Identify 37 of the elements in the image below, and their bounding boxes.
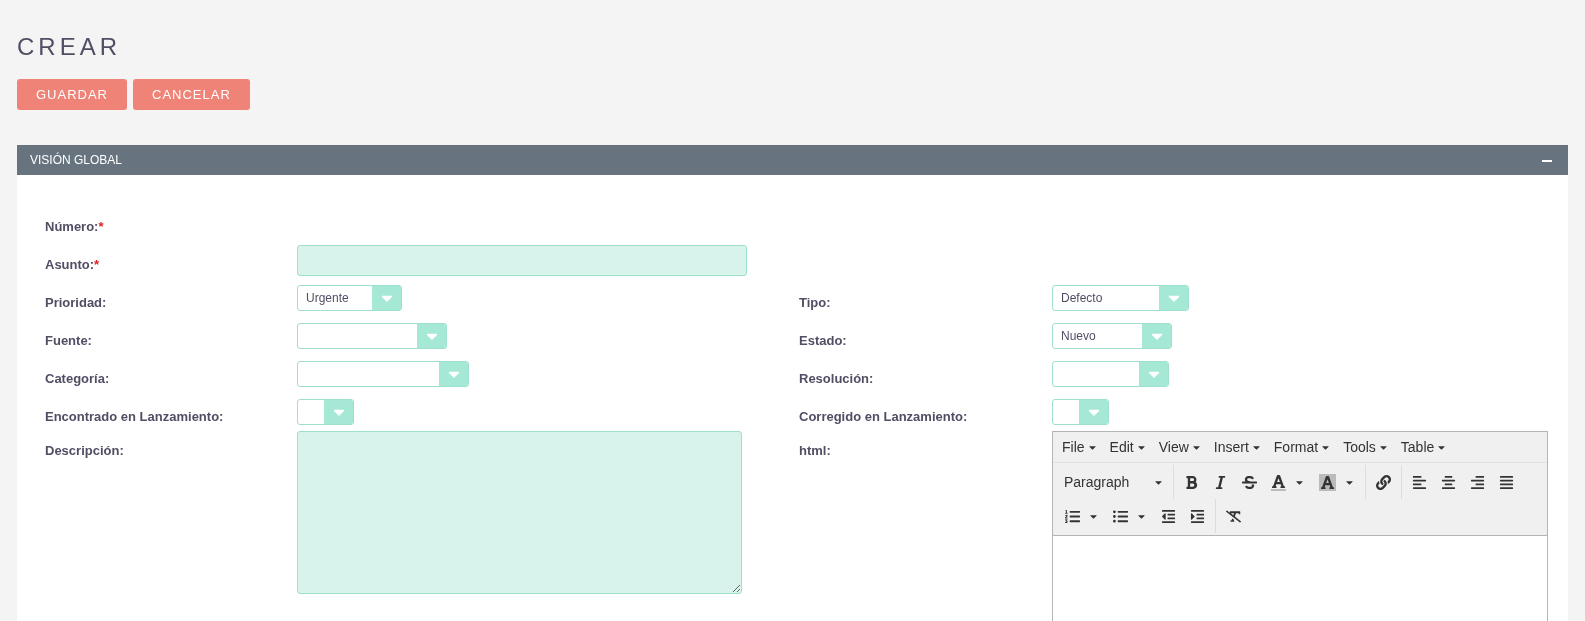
- format-dropdown[interactable]: Paragraph: [1058, 470, 1170, 494]
- highlight-color-icon: [1319, 473, 1336, 491]
- menu-item[interactable]: View: [1153, 436, 1207, 458]
- menu-item[interactable]: Tools: [1338, 436, 1394, 458]
- panel-header[interactable]: VISIÓN GLOBAL: [17, 145, 1568, 175]
- field-label: html:: [799, 442, 832, 458]
- menu-item[interactable]: Insert: [1208, 436, 1267, 458]
- subject-field[interactable]: [297, 244, 747, 276]
- menu-item[interactable]: Format: [1268, 436, 1337, 458]
- select-field[interactable]: Urgente: [297, 285, 402, 311]
- field-label: Prioridad:: [45, 293, 108, 310]
- select-field[interactable]: [1052, 361, 1169, 387]
- field-label: Estado:: [799, 331, 848, 348]
- select-field[interactable]: [297, 361, 469, 387]
- numbered-list-icon: [1065, 508, 1080, 524]
- description-field[interactable]: [297, 431, 742, 594]
- field-label: Número:*: [45, 217, 105, 234]
- field-label: Categoría:: [45, 369, 111, 386]
- select-field[interactable]: [297, 323, 447, 349]
- page-title: CREAR: [17, 33, 122, 61]
- menu-item[interactable]: File: [1057, 436, 1103, 458]
- bullet-list-icon: [1113, 508, 1128, 524]
- panel-title: VISIÓN GLOBAL: [30, 153, 123, 167]
- field-label: Asunto:*: [45, 255, 101, 272]
- select-field[interactable]: [297, 399, 354, 425]
- menu-item[interactable]: Table: [1395, 436, 1453, 458]
- select-field[interactable]: [1052, 399, 1109, 425]
- select-field[interactable]: Defecto: [1052, 285, 1189, 311]
- select-field[interactable]: Nuevo: [1052, 323, 1172, 349]
- field-label: Descripción:: [45, 442, 125, 458]
- field-label: Corregido en Lanzamiento:: [799, 407, 969, 424]
- field-label: Resolución:: [799, 369, 875, 386]
- field-label: Fuente:: [45, 331, 93, 348]
- field-label: Encontrado en Lanzamiento:: [45, 407, 225, 424]
- text-color-icon: [1271, 473, 1286, 491]
- field-label: Tipo:: [799, 293, 832, 310]
- menu-item[interactable]: Edit: [1104, 436, 1152, 458]
